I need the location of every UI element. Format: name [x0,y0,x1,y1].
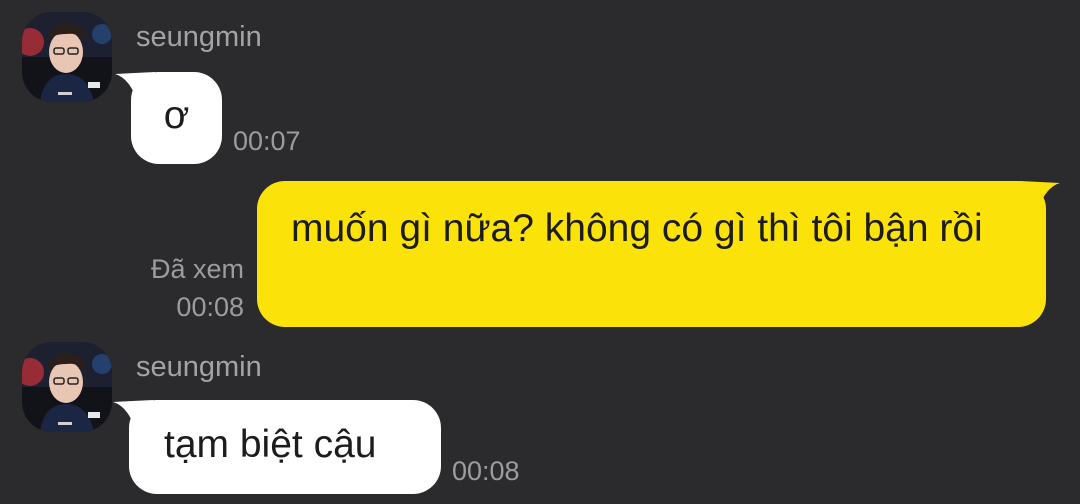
bubble-tail-icon [113,400,153,436]
message-text: muốn gì nữa? không có gì thì tôi bận rồi [291,207,983,250]
message-time: 00:07 [233,126,301,156]
message-bubble-outgoing[interactable]: muốn gì nữa? không có gì thì tôi bận rồi [257,181,1060,327]
read-status: Đã xem [150,254,244,284]
message-text: tạm biệt cậu [164,423,377,466]
bubble-tail-icon [1020,181,1060,217]
message-bubble-incoming[interactable]: ơ [115,72,222,164]
message-text: ơ [163,94,190,137]
message-time: 00:08 [176,292,244,322]
avatar[interactable] [22,342,112,432]
avatar-photo-icon [22,12,112,102]
avatar[interactable] [22,12,112,102]
sender-name: seungmin [136,351,262,383]
message-time: 00:08 [452,456,520,486]
message-bubble-incoming[interactable]: tạm biệt cậu [113,400,441,494]
avatar-photo-icon [22,342,112,432]
sender-name: seungmin [136,21,262,53]
bubble-tail-icon [115,72,155,108]
